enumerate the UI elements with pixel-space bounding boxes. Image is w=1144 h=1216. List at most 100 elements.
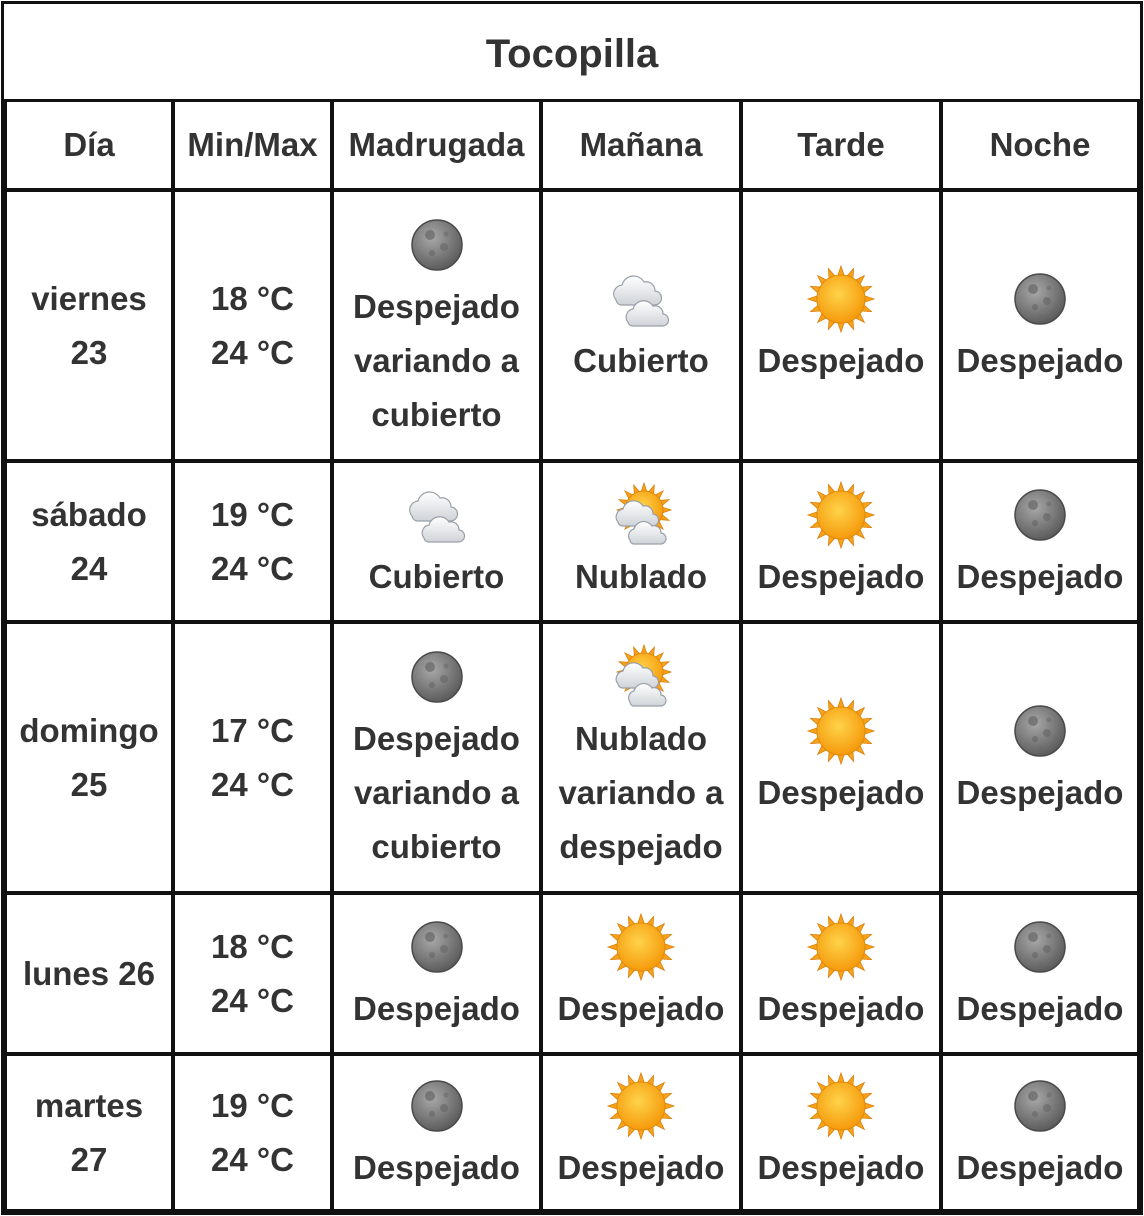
condition-label: Despejado variando a cubierto [353, 287, 520, 433]
day-cell: martes 27 [4, 1053, 174, 1212]
period-cell-mañana: Despejado [540, 892, 742, 1055]
day-label: viernes 23 [31, 279, 147, 371]
day-cell: domingo 25 [4, 621, 174, 894]
period-cell-noche: Despejado [940, 1053, 1140, 1212]
header-label: Día [63, 126, 115, 163]
day-label: domingo 25 [19, 711, 159, 803]
period-cell-madrugada: Despejado variando a cubierto [331, 189, 542, 462]
condition-label: Despejado [557, 1148, 725, 1186]
condition-label: Despejado [353, 989, 520, 1027]
day-cell: lunes 26 [4, 892, 174, 1055]
header-cell-2: Madrugada [331, 99, 542, 191]
period-cell-madrugada: Despejado variando a cubierto [331, 621, 542, 894]
sun-icon [806, 912, 876, 981]
condition-label: Despejado [956, 557, 1124, 595]
max-temperature: 24 °C [211, 765, 294, 803]
period-cell-noche: Despejado [940, 460, 1140, 623]
day-label: sábado 24 [31, 495, 147, 587]
max-temperature: 24 °C [211, 1140, 294, 1178]
moon-icon [410, 218, 463, 271]
title-row: Tocopilla [4, 4, 1140, 102]
header-cell-1: Min/Max [172, 99, 333, 191]
moon-icon [410, 920, 463, 973]
condition-label: Cubierto [368, 557, 505, 595]
max-temperature: 24 °C [211, 981, 294, 1019]
header-cell-0: Día [4, 99, 174, 191]
condition-label: Despejado [956, 341, 1124, 379]
temperature-cell: 18 °C 24 °C [172, 189, 333, 462]
moon-icon [1014, 272, 1066, 325]
condition-label: Despejado [956, 773, 1124, 811]
min-temperature: 18 °C [211, 279, 294, 317]
period-cell-madrugada: Cubierto [331, 460, 542, 623]
condition-label: Despejado variando a cubierto [353, 719, 520, 865]
condition-label: Despejado [757, 1148, 925, 1186]
header-cell-4: Tarde [740, 99, 942, 191]
period-cell-mañana: Despejado [540, 1053, 742, 1212]
sun-cloud-icon [615, 481, 673, 545]
header-cell-3: Mañana [540, 99, 742, 191]
condition-label: Despejado [557, 989, 725, 1027]
period-cell-madrugada: Despejado [331, 1053, 542, 1212]
forecast-table: Tocopilla Día Min/Max Madrugada Mañana Tarde… [1, 1, 1143, 1215]
moon-icon [410, 650, 463, 703]
min-temperature: 19 °C [211, 1086, 294, 1124]
period-cell-tarde: Despejado [740, 1053, 942, 1212]
period-cell-tarde: Despejado [740, 621, 942, 894]
period-cell-tarde: Despejado [740, 189, 942, 462]
condition-label: Despejado [757, 773, 925, 811]
condition-label: Despejado [353, 1148, 520, 1186]
period-cell-mañana: Cubierto [540, 189, 742, 462]
period-cell-mañana: Nublado [540, 460, 742, 623]
cloud-icon [613, 274, 670, 327]
condition-label: Cubierto [573, 341, 709, 379]
day-cell: sábado 24 [4, 460, 174, 623]
cloud-icon [408, 490, 465, 543]
period-cell-tarde: Despejado [740, 460, 942, 623]
condition-label: Nublado [575, 557, 707, 595]
day-label: lunes 26 [22, 954, 156, 992]
sun-icon [806, 1071, 876, 1140]
moon-icon [1014, 488, 1066, 541]
temperature-cell: 19 °C 24 °C [172, 460, 333, 623]
condition-label: Despejado [956, 1148, 1124, 1186]
header-cell-5: Noche [940, 99, 1140, 191]
sun-icon [806, 696, 876, 765]
header-label: Min/Max [187, 126, 318, 163]
period-cell-noche: Despejado [940, 892, 1140, 1055]
min-temperature: 18 °C [211, 927, 294, 965]
period-cell-noche: Despejado [940, 621, 1140, 894]
condition-label: Despejado [956, 989, 1124, 1027]
day-cell: viernes 23 [4, 189, 174, 462]
moon-icon [410, 1079, 463, 1132]
temperature-cell: 17 °C 24 °C [172, 621, 333, 894]
period-cell-madrugada: Despejado [331, 892, 542, 1055]
sun-icon [806, 264, 876, 333]
max-temperature: 24 °C [211, 333, 294, 371]
header-label: Madrugada [348, 126, 525, 163]
sun-icon [606, 1071, 676, 1140]
condition-label: Nublado variando a despejado [558, 719, 724, 865]
header-label: Noche [989, 126, 1091, 163]
temperature-cell: 19 °C 24 °C [172, 1053, 333, 1212]
min-temperature: 19 °C [211, 495, 294, 533]
period-cell-noche: Despejado [940, 189, 1140, 462]
day-label: martes 27 [34, 1086, 144, 1178]
temperature-cell: 18 °C 24 °C [172, 892, 333, 1055]
min-temperature: 17 °C [211, 711, 294, 749]
max-temperature: 24 °C [211, 549, 294, 587]
period-cell-tarde: Despejado [740, 892, 942, 1055]
condition-label: Despejado [757, 989, 925, 1027]
header-label: Tarde [797, 126, 885, 163]
period-cell-mañana: Nublado variando a despejado [540, 621, 742, 894]
sun-cloud-icon [615, 643, 673, 707]
moon-icon [1014, 1079, 1066, 1132]
sun-icon [606, 912, 676, 981]
moon-icon [1014, 704, 1066, 757]
header-label: Mañana [579, 126, 703, 163]
moon-icon [1014, 920, 1066, 973]
condition-label: Despejado [757, 341, 925, 379]
condition-label: Despejado [757, 557, 925, 595]
sun-icon [806, 480, 876, 549]
location-title: Tocopilla [485, 32, 659, 76]
